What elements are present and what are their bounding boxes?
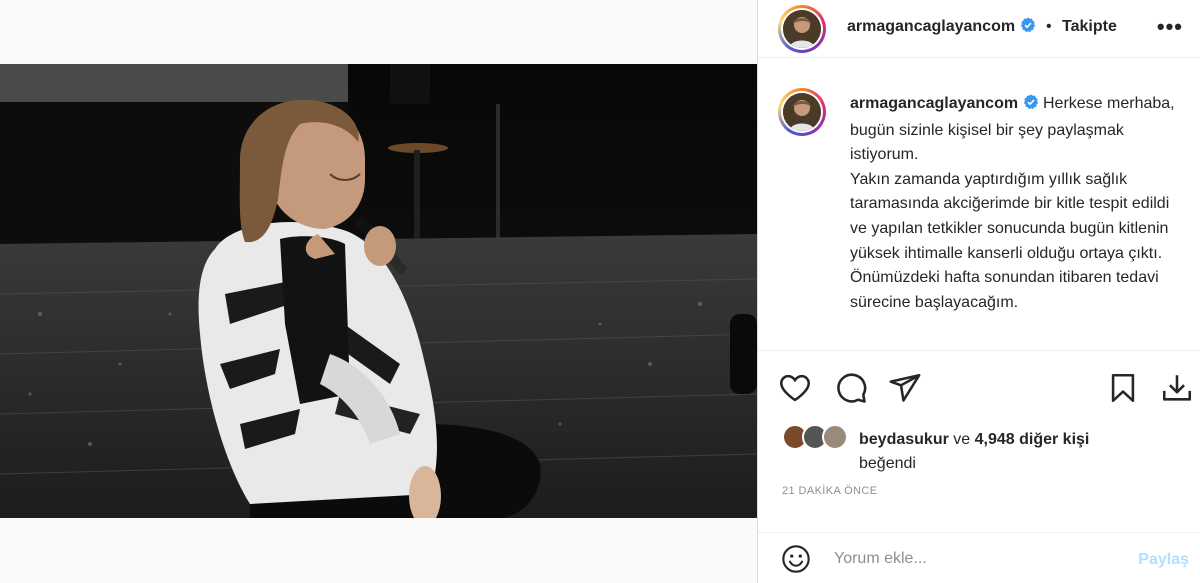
post-timestamp[interactable]: 21 DAKİKA ÖNCE xyxy=(782,485,877,497)
liker-avatar xyxy=(822,424,848,450)
smiley-icon[interactable] xyxy=(780,543,812,575)
avatar-photo xyxy=(783,10,821,48)
post-photo[interactable] xyxy=(0,64,757,518)
send-icon[interactable] xyxy=(888,371,922,405)
bookmark-icon[interactable] xyxy=(1106,371,1140,405)
others-likes-link[interactable]: 4,948 diğer kişi xyxy=(975,431,1090,448)
header-meta: armagancaglayancom • Takipte xyxy=(847,17,1117,38)
author-avatar[interactable] xyxy=(778,5,826,53)
likes-text: beydasukur ve 4,948 diğer kişi beğendi xyxy=(859,428,1179,476)
likes-connector: ve xyxy=(953,431,971,448)
caption-area: armagancaglayancom Herkese merhaba, bugü… xyxy=(758,58,1200,350)
caption-body: Herkese merhaba, bugün sizinle kişisel b… xyxy=(850,95,1175,311)
post-header: armagancaglayancom • Takipte ••• xyxy=(758,0,1200,58)
comment-icon[interactable] xyxy=(834,371,868,405)
comment-input[interactable] xyxy=(834,545,1114,573)
caption-verified-badge-icon xyxy=(1023,94,1039,119)
liker-avatars[interactable] xyxy=(782,424,862,452)
stage-photo-illustration xyxy=(0,64,757,518)
post-actions-bar xyxy=(758,350,1200,420)
caption-username[interactable]: armagancaglayancom xyxy=(850,95,1018,112)
comment-bar: Paylaş xyxy=(758,532,1200,583)
first-liker-link[interactable]: beydasukur xyxy=(859,431,949,448)
likes-suffix: beğendi xyxy=(859,455,916,472)
caption-text-block: armagancaglayancom Herkese merhaba, bugü… xyxy=(850,92,1180,315)
download-icon[interactable] xyxy=(1160,371,1194,405)
media-pane xyxy=(0,0,757,583)
caption-author-avatar[interactable] xyxy=(778,88,826,136)
verified-badge-icon xyxy=(1020,17,1036,38)
caption-avatar-photo xyxy=(783,93,821,131)
post-sidebar: armagancaglayancom • Takipte ••• armagan… xyxy=(757,0,1200,583)
more-options-icon[interactable]: ••• xyxy=(1157,14,1183,40)
header-separator: • xyxy=(1045,18,1052,35)
heart-icon[interactable] xyxy=(778,371,812,405)
following-button[interactable]: Takipte xyxy=(1062,18,1117,35)
author-username[interactable]: armagancaglayancom xyxy=(847,18,1015,35)
post-comment-button[interactable]: Paylaş xyxy=(1138,551,1189,569)
